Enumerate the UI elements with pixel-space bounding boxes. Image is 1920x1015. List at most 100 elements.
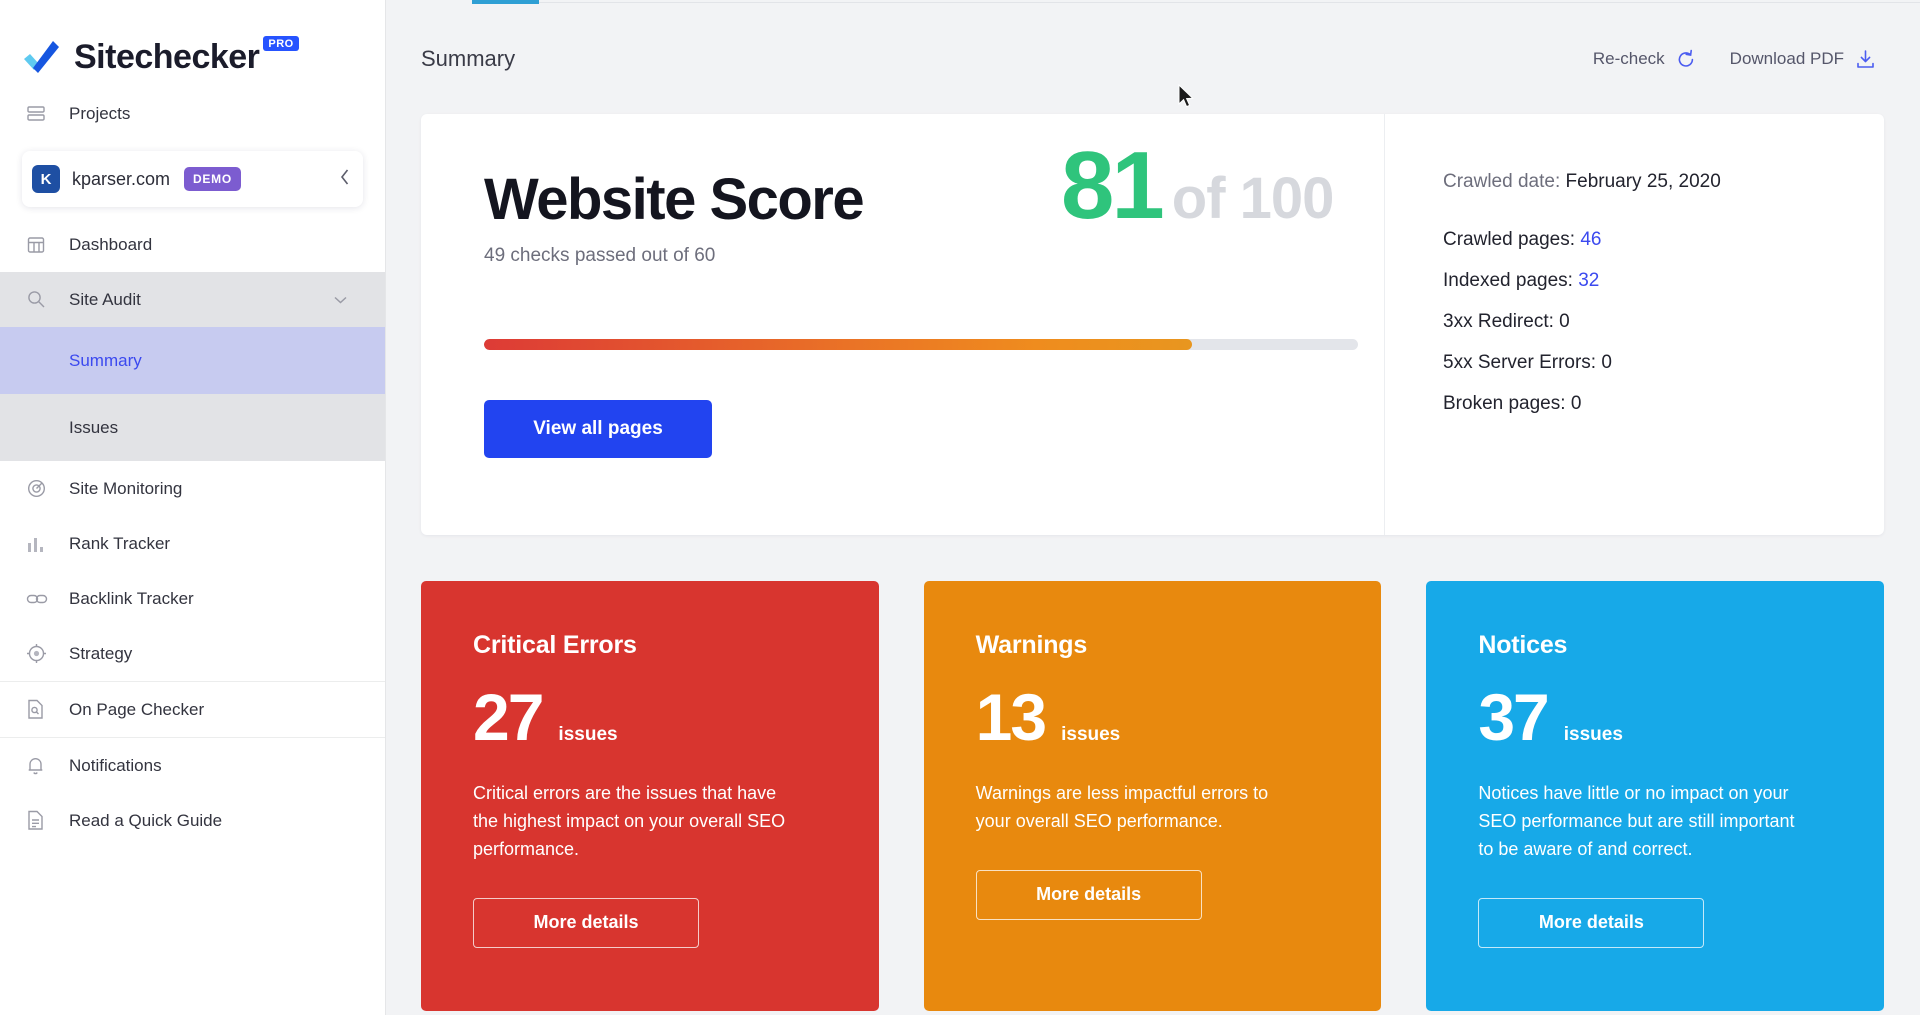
critical-errors-unit: issues (558, 724, 618, 745)
stat-value[interactable]: 46 (1580, 229, 1601, 250)
target-icon (26, 643, 56, 664)
plan-badge: PRO (263, 35, 299, 51)
sidebar-item-backlink-tracker[interactable]: Backlink Tracker (0, 571, 385, 626)
sidebar-item-backlink-tracker-label: Backlink Tracker (69, 588, 194, 608)
sidebar-item-on-page-checker[interactable]: On Page Checker (0, 682, 385, 737)
score-progress-fill (484, 339, 1192, 350)
stat-indexed-pages: Indexed pages: 32 (1443, 270, 1884, 292)
crawl-stats-panel: Crawled date: February 25, 2020 Crawled … (1384, 114, 1884, 535)
critical-errors-card: Critical Errors 27 issues Critical error… (421, 581, 879, 1011)
link-icon (26, 589, 56, 609)
refresh-icon (1676, 49, 1696, 70)
score-card-left: Website Score 49 checks passed out of 60… (421, 114, 1384, 535)
app-root: Sitechecker PRO Projects K kparser.com D… (0, 0, 1920, 1015)
crawled-date: Crawled date: February 25, 2020 (1443, 171, 1884, 193)
website-score-card: Website Score 49 checks passed out of 60… (421, 114, 1884, 535)
page-title: Summary (421, 46, 516, 71)
warnings-count: 13 (975, 680, 1047, 754)
notices-description: Notices have little or no impact on your… (1478, 783, 1795, 859)
critical-errors-more-details-button[interactable]: More details (473, 897, 699, 948)
sidebar-item-summary[interactable]: Summary (0, 327, 385, 394)
stat-value: 0 (1570, 393, 1582, 414)
notices-unit: issues (1563, 724, 1623, 745)
score-progress-bar (484, 339, 1358, 350)
stat-value[interactable]: 32 (1578, 270, 1599, 291)
view-all-pages-button[interactable]: View all pages (484, 400, 712, 458)
sidebar-item-issues-label: Issues (69, 417, 119, 437)
critical-errors-title: Critical Errors (473, 631, 637, 659)
sidebar-item-notifications[interactable]: Notifications (0, 738, 385, 793)
project-selector-wrap: K kparser.com DEMO (0, 141, 385, 217)
stat-3xx-redirect: 3xx Redirect: 0 (1443, 311, 1884, 333)
notices-count: 37 (1478, 680, 1549, 754)
sidebar-item-site-audit-label: Site Audit (69, 289, 141, 309)
project-domain: kparser.com (72, 168, 171, 189)
page-icon (26, 699, 56, 720)
active-tab-underline (472, 0, 539, 4)
warnings-more-details-button[interactable]: More details (975, 869, 1202, 920)
stat-value: 0 (1601, 352, 1612, 373)
recheck-label: Re-check (1592, 49, 1665, 68)
magnifier-icon (26, 289, 56, 310)
warnings-unit: issues (1061, 724, 1121, 745)
stat-label: Crawled pages: (1443, 229, 1576, 250)
bell-icon (26, 755, 56, 776)
sidebar-item-summary-label: Summary (69, 350, 142, 370)
bar-chart-icon (26, 534, 56, 554)
sidebar-item-strategy[interactable]: Strategy (0, 626, 385, 681)
stat-label: Broken pages: (1443, 393, 1566, 414)
project-selector[interactable]: K kparser.com DEMO (22, 151, 363, 207)
score-heading: Website Score (484, 167, 865, 232)
stat-value: 0 (1559, 311, 1570, 332)
sidebar-item-read-a-quick-guide[interactable]: Read a Quick Guide (0, 793, 385, 848)
score-value: 81 (1061, 132, 1165, 239)
tab-strip (385, 0, 1920, 4)
sidebar-item-site-monitoring-label: Site Monitoring (69, 478, 183, 498)
notices-title: Notices (1478, 631, 1568, 659)
download-pdf-button[interactable]: Download PDF (1730, 49, 1876, 70)
sidebar-item-site-monitoring[interactable]: Site Monitoring (0, 461, 385, 516)
sidebar: Sitechecker PRO Projects K kparser.com D… (0, 0, 385, 1015)
sidebar-item-dashboard[interactable]: Dashboard (0, 217, 385, 272)
crawled-date-label: Crawled date: (1443, 171, 1561, 192)
issue-cards-row: Critical Errors 27 issues Critical error… (421, 581, 1885, 1011)
warnings-count-row: 13 issues (976, 684, 1330, 750)
brand-name: Sitechecker (74, 37, 260, 76)
stat-5xx-server-errors: 5xx Server Errors: 0 (1443, 352, 1884, 374)
site-audit-group: Site Audit Summary Issues (0, 272, 385, 461)
chevron-down-icon[interactable] (334, 296, 385, 304)
recheck-button[interactable]: Re-check (1593, 49, 1696, 70)
score-out-of: of 100 (1171, 166, 1335, 231)
download-pdf-label: Download PDF (1729, 49, 1844, 68)
warnings-title: Warnings (975, 631, 1088, 659)
stat-label: 3xx Redirect: (1443, 311, 1554, 332)
projects-icon (26, 104, 56, 124)
checkmark-logo-icon (22, 40, 62, 74)
tab-strip-rule (539, 2, 1920, 3)
document-icon (26, 810, 56, 831)
download-icon (1855, 49, 1876, 70)
crawled-date-value: February 25, 2020 (1565, 171, 1721, 192)
sidebar-item-dashboard-label: Dashboard (69, 234, 153, 254)
notices-more-details-button[interactable]: More details (1478, 897, 1705, 948)
stat-label: 5xx Server Errors: (1443, 352, 1597, 373)
header-actions: Re-check Download PDF (1593, 49, 1876, 70)
monitoring-icon (26, 478, 56, 499)
page-header: Summary Re-check Download PDF (385, 4, 1920, 114)
sidebar-item-rank-tracker[interactable]: Rank Tracker (0, 516, 385, 571)
brand-header[interactable]: Sitechecker PRO (0, 0, 385, 86)
sidebar-item-issues[interactable]: Issues (0, 394, 385, 461)
sidebar-item-rank-tracker-label: Rank Tracker (69, 533, 171, 553)
notices-card: Notices 37 issues Notices have little or… (1426, 581, 1885, 1011)
sidebar-item-projects[interactable]: Projects (0, 86, 385, 141)
warnings-card: Warnings 13 issues Warnings are less imp… (923, 581, 1382, 1011)
sidebar-item-site-audit[interactable]: Site Audit (0, 272, 385, 327)
dashboard-icon (26, 235, 56, 255)
stat-crawled-pages: Crawled pages: 46 (1443, 229, 1884, 251)
critical-errors-description: Critical errors are the issues that have… (473, 783, 786, 859)
warnings-description: Warnings are less impactful errors to yo… (975, 783, 1269, 831)
sidebar-item-strategy-label: Strategy (69, 643, 133, 663)
chevron-left-icon[interactable] (327, 168, 351, 191)
critical-errors-count: 27 (473, 680, 544, 754)
sidebar-item-on-page-checker-label: On Page Checker (69, 699, 205, 719)
